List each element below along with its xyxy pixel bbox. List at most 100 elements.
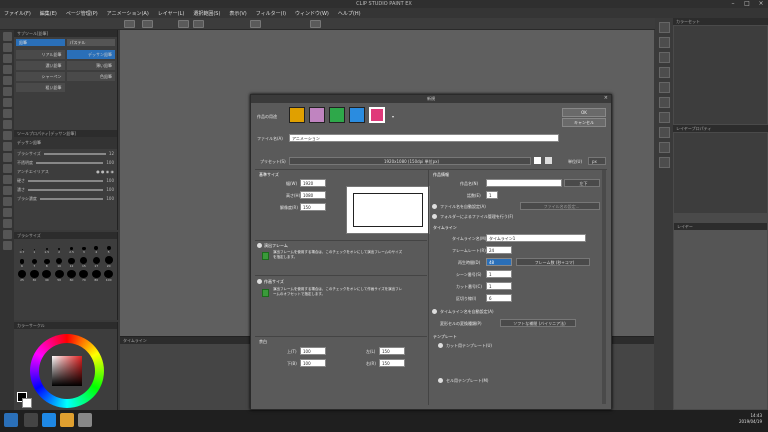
cancel-button[interactable]: キャンセル [562,118,606,127]
brush-size-preset[interactable]: 50 [54,270,64,282]
brush-tool-icon[interactable] [2,109,12,118]
balloon-tool-icon[interactable] [2,230,12,239]
task-view-icon[interactable] [24,413,38,427]
dialog-scrollbar[interactable] [602,170,606,404]
playback-input[interactable]: 48 [486,258,512,266]
airbrush-tool-icon[interactable] [2,120,12,129]
brush-size-preset[interactable]: 10 [54,256,64,268]
preset-dropdown[interactable]: 1920x1080 (150dpi 単位px) [289,157,531,165]
cel-template-checkbox[interactable] [438,378,443,383]
subtool-mechanical-pencil[interactable]: シャーペン [16,72,65,81]
close-icon[interactable]: × [754,0,768,8]
windows-start-icon[interactable] [4,413,18,427]
dialog-close-icon[interactable]: × [604,95,608,101]
tab-pastel[interactable]: パステル [66,39,115,46]
antialias-options[interactable]: ● ● ◉ ◉ [96,169,114,174]
purpose-webtoon-icon[interactable] [329,107,345,123]
cut-template-checkbox[interactable] [438,343,443,348]
subtool-colored-pencil[interactable]: 色鉛筆 [66,72,115,81]
folder-checkbox[interactable] [432,214,437,219]
subtool-real-pencil[interactable]: リアル鉛筆 [16,50,65,59]
ruler-tool-icon[interactable] [2,208,12,217]
select-tool-icon[interactable] [2,54,12,63]
color-set-icon[interactable] [658,37,670,48]
purpose-dropdown-icon[interactable]: ▾ [392,114,394,119]
work-name-position-dropdown[interactable]: 左下 [564,179,600,187]
menu-animation[interactable]: アニメーション(A) [107,10,149,17]
brush-size-preset[interactable]: 4 [91,242,101,254]
figure-tool-icon[interactable] [2,186,12,195]
ok-button[interactable]: OK [562,108,606,117]
purpose-animation-icon[interactable] [369,107,385,123]
resolution-input[interactable]: 150 [300,203,326,211]
brush-size-preset[interactable]: 0.7 [17,242,27,254]
menu-filter[interactable]: フィルター(I) [256,10,286,17]
clear-icon[interactable] [250,20,261,28]
tab-pencil[interactable]: 鉛筆 [16,39,65,46]
section-input[interactable]: 6 [486,294,512,302]
brush-size-preset[interactable]: 7 [29,256,39,268]
brush-size-preset[interactable]: 8 [42,256,52,268]
framerate-input[interactable]: 24 [486,246,512,254]
cut-input[interactable]: 1 [486,282,512,290]
material-icon-8[interactable] [658,157,670,168]
purpose-print-icon[interactable] [349,107,365,123]
timeline-name-input[interactable]: タイムライン1 [486,234,586,242]
brush-size-preset[interactable]: 20 [104,256,114,268]
clip-studio-icon[interactable] [78,413,92,427]
purpose-comic-icon[interactable] [309,107,325,123]
save-preset-icon[interactable] [534,157,541,164]
menu-window[interactable]: ウィンドウ(W) [295,10,329,17]
brush-size-preset[interactable]: 60 [67,270,77,282]
material-icon-2[interactable] [658,67,670,78]
navigator-icon[interactable] [658,22,670,33]
eyedropper-tool-icon[interactable] [2,76,12,85]
prop-row[interactable]: 濃さ 100 [14,185,117,194]
height-input[interactable]: 1080 [300,191,326,199]
material-icon-7[interactable] [658,142,670,153]
prop-row[interactable]: アンチエイリアス ● ● ◉ ◉ [14,167,117,176]
brush-size-preset[interactable]: 25 [17,270,27,282]
subtool-dark-pencil[interactable]: 濃い鉛筆 [16,61,65,70]
pen-tool-icon[interactable] [2,87,12,96]
material-icon-4[interactable] [658,97,670,108]
zoom-tool-icon[interactable] [2,32,12,41]
subtool-rough-pencil[interactable]: 粗い鉛筆 [16,83,65,92]
brush-size-preset[interactable]: 30 [29,270,39,282]
menu-help[interactable]: ヘルプ(H) [338,10,361,17]
margin-right-input[interactable]: 150 [379,359,405,367]
margin-bottom-input[interactable]: 100 [300,359,326,367]
maximize-icon[interactable]: □ [740,0,754,8]
edge-icon[interactable] [42,413,56,427]
correct-line-tool-icon[interactable] [2,241,12,250]
episode-input[interactable]: 1 [486,191,498,199]
prop-row[interactable]: ブラシサイズ 12 [14,149,117,158]
material-icon-5[interactable] [658,112,670,123]
filename-input[interactable]: アニメーション [289,134,559,142]
brush-size-preset[interactable]: 2 [54,242,64,254]
playback-unit-dropdown[interactable]: フレーム数 (秒+コマ) [516,258,590,266]
explorer-icon[interactable] [60,413,74,427]
wand-tool-icon[interactable] [2,65,12,74]
brush-size-preset[interactable]: 12 [67,256,77,268]
menu-layer[interactable]: レイヤー(L) [158,10,185,17]
purpose-illustration-icon[interactable] [289,107,305,123]
menu-selection[interactable]: 選択範囲(S) [193,10,220,17]
brush-size-preset[interactable]: 3 [79,242,89,254]
menu-view[interactable]: 表示(V) [229,10,246,17]
open-icon[interactable] [142,20,153,28]
menu-edit[interactable]: 編集(E) [40,10,57,17]
subtool-sketch-pencil[interactable]: デッサン鉛筆 [66,50,115,59]
unit-dropdown[interactable]: px [588,157,606,165]
brush-size-preset[interactable]: 70 [79,270,89,282]
frame-checkbox[interactable] [257,243,262,248]
brush-size-preset[interactable]: 6 [17,256,27,268]
scene-input[interactable]: 1 [486,270,512,278]
move-tool-icon[interactable] [2,43,12,52]
material-icon-6[interactable] [658,127,670,138]
settings-icon[interactable] [310,20,321,28]
delete-preset-icon[interactable] [545,157,552,164]
subtool-light-pencil[interactable]: 薄い鉛筆 [66,61,115,70]
canvas-size-checkbox[interactable] [257,279,262,284]
auto-timeline-checkbox[interactable] [432,309,437,314]
